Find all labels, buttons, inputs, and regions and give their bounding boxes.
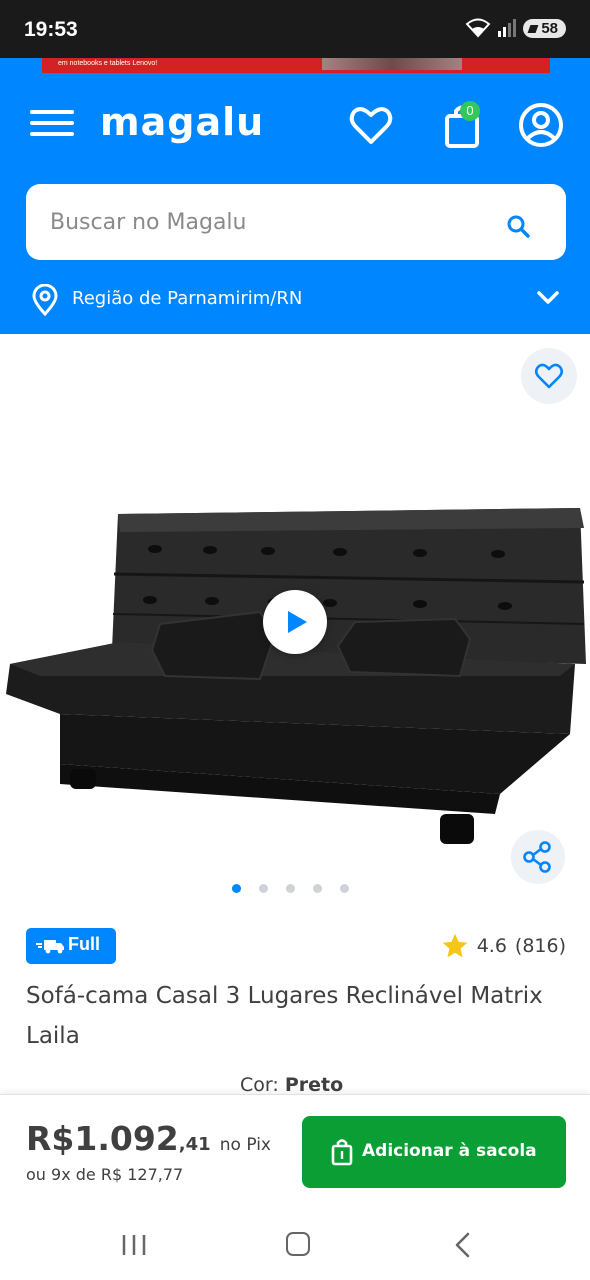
price: R$1.092,41 no Pix (26, 1119, 271, 1158)
account-button[interactable] (516, 100, 566, 150)
wifi-icon (465, 18, 491, 38)
search-input[interactable] (50, 204, 490, 240)
share-button[interactable] (511, 830, 565, 884)
status-time: 19:53 (24, 18, 78, 41)
region-selector[interactable]: Região de Parnamirim/RN (30, 284, 560, 316)
favorite-product-button[interactable] (521, 348, 577, 404)
system-nav-bar (0, 1206, 590, 1280)
color-label: Cor: (240, 1074, 279, 1096)
color-value: Preto (284, 1074, 344, 1096)
status-bar: 19:53 58 (0, 0, 590, 58)
promo-laptop-image (322, 58, 462, 70)
gallery-dot-active[interactable] (232, 884, 241, 893)
price-suffix: no Pix (219, 1135, 271, 1155)
heart-icon (349, 107, 393, 144)
heart-icon (534, 363, 564, 389)
menu-icon[interactable] (30, 110, 74, 140)
chevron-down-icon (537, 291, 559, 304)
color-selector-label: Cor: Preto (240, 1074, 343, 1096)
product-title: Sofá-cama Casal 3 Lugares Reclinável Mat… (26, 983, 543, 1049)
add-to-bag-button[interactable]: Adicionar à sacola (302, 1116, 566, 1188)
full-badge: Full (26, 928, 116, 964)
search-icon[interactable] (506, 214, 532, 240)
review-count: (816) (514, 935, 566, 957)
gallery-dot[interactable] (313, 884, 322, 893)
gallery-dot[interactable] (259, 884, 268, 893)
favorites-button[interactable] (346, 100, 396, 150)
full-badge-label: Full (68, 934, 100, 954)
bag-count-badge: 0 (460, 101, 480, 121)
gallery-pagination[interactable] (232, 884, 349, 893)
region-text: Região de Parnamirim/RN (72, 288, 303, 309)
promo-text: em notebooks e tablets Lenovo! (58, 60, 158, 67)
bag-add-icon (331, 1139, 353, 1166)
buy-bar: R$1.092,41 no Pix ou 9x de R$ 127,77 Adi… (0, 1094, 590, 1206)
price-main: R$1.092 (26, 1119, 179, 1158)
user-icon (519, 103, 563, 147)
search-bar[interactable] (26, 184, 566, 260)
home-icon[interactable] (286, 1232, 310, 1256)
product-gallery[interactable] (0, 334, 590, 914)
gallery-dot[interactable] (340, 884, 349, 893)
share-icon (523, 841, 551, 873)
play-icon (288, 611, 307, 633)
promo-banner[interactable]: em notebooks e tablets Lenovo! (42, 58, 550, 73)
truck-icon (36, 940, 64, 954)
signal-icon (498, 19, 517, 37)
add-to-bag-label: Adicionar à sacola (362, 1141, 537, 1161)
recent-apps-icon[interactable] (120, 1234, 148, 1256)
site-header: em notebooks e tablets Lenovo! magalu 0 (0, 58, 590, 334)
play-video-button[interactable] (263, 590, 327, 654)
product-rating[interactable]: 4.6 (816) (441, 932, 566, 960)
bag-button[interactable]: 0 (438, 100, 488, 150)
magalu-logo[interactable]: magalu (100, 100, 264, 144)
status-icons: 58 (465, 18, 566, 38)
gallery-dot[interactable] (286, 884, 295, 893)
rating-value: 4.6 (476, 935, 507, 957)
installments-text: ou 9x de R$ 127,77 (26, 1165, 184, 1184)
battery-indicator: 58 (523, 18, 566, 38)
back-icon[interactable] (452, 1232, 472, 1258)
star-icon (442, 933, 467, 958)
location-pin-icon (32, 284, 58, 316)
price-cents: ,41 (178, 1134, 211, 1155)
